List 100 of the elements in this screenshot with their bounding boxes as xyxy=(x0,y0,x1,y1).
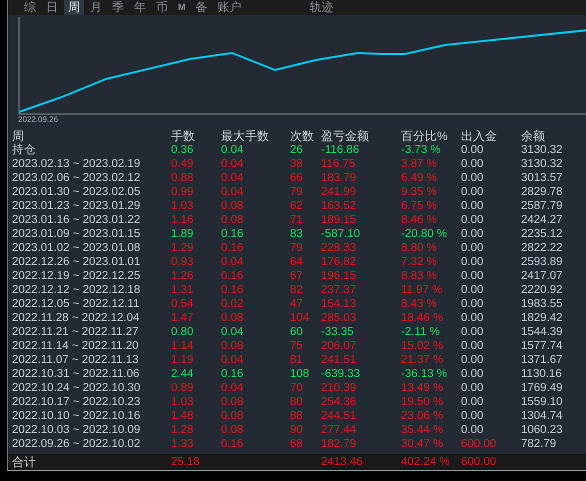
table-cell-text: 0.04 xyxy=(221,185,244,199)
table-cell-text: 1.33 xyxy=(171,437,194,451)
table-cell-text: 13.49 % xyxy=(401,381,444,395)
tab-button[interactable]: 账户 xyxy=(214,0,246,15)
table-cell-text: 1577.74 xyxy=(521,339,564,353)
tab-button[interactable]: 年 xyxy=(130,0,150,15)
tab-button[interactable]: 综 xyxy=(20,0,40,15)
table-cell-text: 0.00 xyxy=(461,171,484,185)
table-cell-text: 0.04 xyxy=(221,171,244,185)
table-cell-text: -20.80 % xyxy=(401,227,448,241)
table-cell-text: 0.54 xyxy=(171,297,194,311)
table-cell-text: 3130.32 xyxy=(521,157,564,171)
tab-button[interactable]: 币 xyxy=(152,0,172,15)
table-cell-text: 0.00 xyxy=(461,213,484,227)
table-cell-text: 108 xyxy=(290,367,310,381)
table-cell-text: -2.11 % xyxy=(401,325,441,339)
table-cell-text: 0.00 xyxy=(461,409,484,423)
table-cell-text: 23.06 % xyxy=(401,409,444,423)
table-cell-text: 0.00 xyxy=(461,199,484,213)
table-cell-text: 0.00 xyxy=(461,325,484,339)
table-cell-text: 8.83 % xyxy=(401,269,438,283)
column-header: 手数 xyxy=(171,129,196,143)
table-cell-text: 1.28 xyxy=(171,423,194,437)
table-cell-text: -639.33 xyxy=(321,367,362,381)
table-cell-text: 163.52 xyxy=(321,199,358,213)
period-cell-text: 2022.10.24 ~ 2022.10.30 xyxy=(12,381,142,395)
period-cell-text: 2023.01.23 ~ 2023.01.29 xyxy=(12,199,142,213)
table-cell-text: 15.02 % xyxy=(401,339,444,353)
table-cell-text: 228.33 xyxy=(321,241,358,255)
table-cell-text: 277.44 xyxy=(321,423,358,437)
table-cell-text: 79 xyxy=(290,185,304,199)
period-cell-text: 2022.11.07 ~ 2022.11.13 xyxy=(12,353,140,367)
table-cell-text: 35.44 % xyxy=(401,423,444,437)
table-cell-text: 182.79 xyxy=(321,437,358,451)
table-cell-text: 402.24 % xyxy=(401,455,451,469)
period-cell-text: 2022.09.26 ~ 2022.10.02 xyxy=(12,437,142,451)
table-cell-text: 244.51 xyxy=(321,409,358,423)
table-cell-text: 0.08 xyxy=(221,395,244,409)
table-cell-text: -33.35 xyxy=(321,325,355,339)
table-cell-text: 154.13 xyxy=(321,297,358,311)
table-cell-text: 0.00 xyxy=(461,311,484,325)
period-cell-text: 2023.02.13 ~ 2023.02.19 xyxy=(12,157,142,171)
table-cell-text: 6.75 % xyxy=(401,199,438,213)
table-cell-text: 67 xyxy=(290,269,304,283)
period-cell-text: 2023.01.16 ~ 2023.01.22 xyxy=(12,213,142,227)
table-cell-text: 88 xyxy=(290,409,304,423)
tab-button[interactable]: 日 xyxy=(42,0,62,15)
table-cell-text: 1.14 xyxy=(171,339,194,353)
tab-button[interactable]: 备 xyxy=(192,0,212,15)
table-cell-text: 0.16 xyxy=(221,437,244,451)
table-cell-text: 0.00 xyxy=(461,269,484,283)
table-cell-text: 206.07 xyxy=(321,339,358,353)
tab-button[interactable]: 季 xyxy=(108,0,128,15)
table-cell-text: 0.16 xyxy=(221,227,244,241)
table-cell-text: 82 xyxy=(290,283,304,297)
table-cell-text: 0.00 xyxy=(461,241,484,255)
table-cell-text: 1559.10 xyxy=(521,395,564,409)
period-cell-text: 2022.12.26 ~ 2023.01.01 xyxy=(12,255,142,269)
period-cell-text: 2022.12.19 ~ 2022.12.25 xyxy=(12,269,142,283)
table-cell-text: 64 xyxy=(290,255,304,269)
table-cell-text: 2822.22 xyxy=(521,241,564,255)
column-header: 百分比% xyxy=(401,129,449,143)
date-label: 2022.09.26 xyxy=(17,115,60,125)
table-cell-text: 0.08 xyxy=(221,213,244,227)
table-cell-text: 0.00 xyxy=(461,227,484,241)
table-cell-text: 8.46 % xyxy=(401,213,438,227)
table-cell-text: 2424.27 xyxy=(521,213,564,227)
tab-button[interactable]: M xyxy=(174,0,190,15)
table-cell-text: 0.00 xyxy=(461,283,484,297)
tab-button[interactable]: 周 xyxy=(64,0,84,15)
table-cell-text: 0.16 xyxy=(221,241,244,255)
table-cell-text: 176.82 xyxy=(321,255,358,269)
period-cell-text: 2022.11.21 ~ 2022.11.27 xyxy=(12,325,140,339)
table-cell-text: 1769.49 xyxy=(521,381,564,395)
period-cell-text: 2023.01.02 ~ 2023.01.08 xyxy=(12,241,142,255)
period-cell-text: 2023.01.30 ~ 2023.02.05 xyxy=(12,185,142,199)
column-header: 盈亏金额 xyxy=(321,129,370,143)
table-cell-text: 0.00 xyxy=(461,339,484,353)
table-cell-text: 1.26 xyxy=(171,269,194,283)
table-cell-text: 285.03 xyxy=(321,311,358,325)
table-cell-text: 0.04 xyxy=(221,255,244,269)
table-cell-text: 0.08 xyxy=(221,311,244,325)
table-cell-text: 1304.74 xyxy=(521,409,564,423)
table-cell-text: 1130.16 xyxy=(521,367,563,381)
table-cell-text: 6.49 % xyxy=(401,171,438,185)
table-cell-text: 183.79 xyxy=(321,171,358,185)
table-cell-text: 600.00 xyxy=(461,455,498,469)
table-cell-text: 62 xyxy=(290,199,304,213)
table-cell-text: 2220.92 xyxy=(521,283,564,297)
table-cell-text: 0.99 xyxy=(171,185,194,199)
period-cell-text: 2022.12.12 ~ 2022.12.18 xyxy=(12,283,142,297)
period-cell-text: 持仓 xyxy=(12,143,37,157)
table-cell-text: 81 xyxy=(290,353,304,367)
table-cell-text: 3.87 % xyxy=(401,157,438,171)
table-cell-text: 0.00 xyxy=(461,367,484,381)
table-cell-text: 3130.32 xyxy=(521,143,564,157)
table-cell-text: 241.99 xyxy=(321,185,358,199)
tab-button[interactable]: 月 xyxy=(86,0,106,15)
table-cell-text: 210.39 xyxy=(321,381,358,395)
period-cell-text: 2022.11.14 ~ 2022.11.20 xyxy=(12,339,140,353)
